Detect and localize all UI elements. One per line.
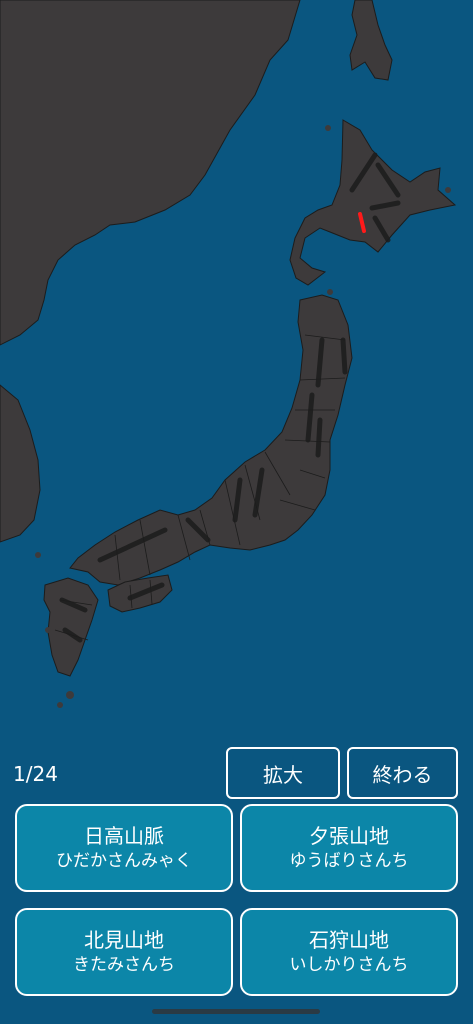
answer-kana: ひだかさんみゃく xyxy=(56,851,192,871)
answer-kanji: 夕張山地 xyxy=(309,824,389,848)
kuril-islet xyxy=(445,187,451,193)
oki-island xyxy=(35,552,41,558)
answer-option-4[interactable]: 石狩山地 いしかりさんち xyxy=(240,908,458,996)
sado-island xyxy=(327,289,333,295)
answer-kana: いしかりさんち xyxy=(289,955,409,975)
answer-kanji: 北見山地 xyxy=(84,928,164,952)
japan-map xyxy=(0,0,473,740)
answer-option-2[interactable]: 夕張山地 ゆうばりさんち xyxy=(240,804,458,892)
rishiri-island xyxy=(325,125,331,131)
answer-kana: ゆうばりさんち xyxy=(289,851,409,871)
okushiri-island xyxy=(298,260,302,264)
answer-option-3[interactable]: 北見山地 きたみさんち xyxy=(15,908,233,996)
answer-kanji: 日高山脈 xyxy=(84,824,164,848)
zoom-button[interactable]: 拡大 xyxy=(226,747,340,799)
question-counter: 1/24 xyxy=(13,762,58,786)
answer-kana: きたみさんち xyxy=(73,955,175,975)
end-button[interactable]: 終わる xyxy=(347,747,458,799)
answer-kanji: 石狩山地 xyxy=(309,928,389,952)
goto-island xyxy=(45,627,51,633)
mountain-marker xyxy=(315,417,323,458)
yakushima-island xyxy=(57,702,63,708)
tanegashima-island xyxy=(66,691,74,699)
home-indicator[interactable] xyxy=(152,1009,320,1014)
answer-option-1[interactable]: 日高山脈 ひだかさんみゃく xyxy=(15,804,233,892)
mountain-marker xyxy=(340,337,348,375)
